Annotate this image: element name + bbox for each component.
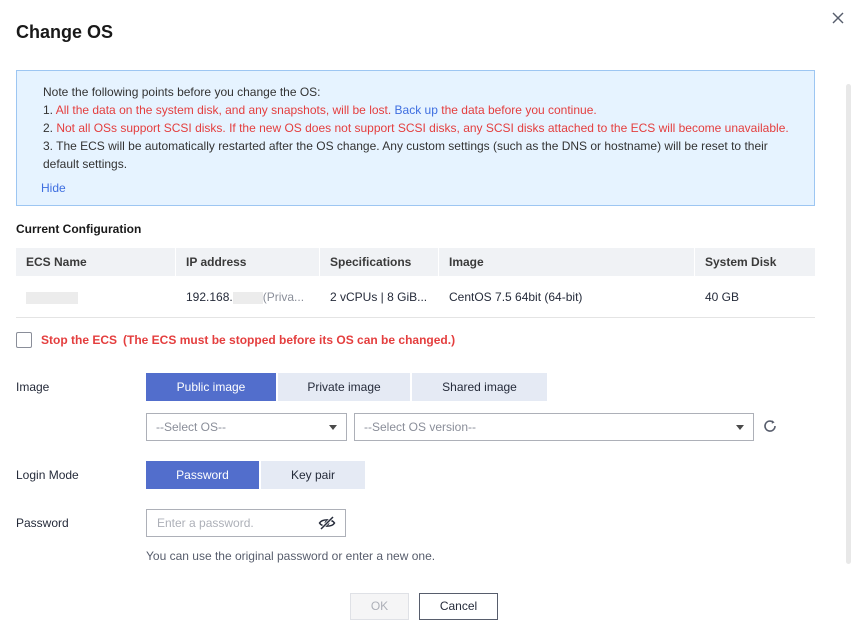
column-ip-address: IP address	[176, 248, 320, 276]
notice-item-1: 1. All the data on the system disk, and …	[43, 101, 790, 119]
stop-ecs-row: Stop the ECS (The ECS must be stopped be…	[16, 332, 455, 348]
password-input[interactable]: Enter a password.	[146, 509, 346, 537]
current-config-title: Current Configuration	[16, 222, 142, 236]
table-header: ECS Name IP address Specifications Image…	[16, 248, 815, 276]
chevron-down-icon	[736, 425, 744, 430]
os-version-select-value: --Select OS version--	[364, 420, 477, 434]
cell-image: CentOS 7.5 64bit (64-bit)	[449, 290, 583, 304]
chevron-down-icon	[329, 425, 337, 430]
notice-intro: Note the following points before you cha…	[43, 85, 321, 99]
cell-specifications: 2 vCPUs | 8 GiB...	[330, 290, 428, 304]
tab-private-image[interactable]: Private image	[278, 373, 410, 401]
image-type-tabs: Public image Private image Shared image	[146, 373, 549, 401]
tab-key-pair[interactable]: Key pair	[261, 461, 365, 489]
password-hint: You can use the original password or ent…	[146, 549, 436, 563]
ip-prefix: 192.168.	[186, 290, 233, 304]
notice-box: Note the following points before you cha…	[16, 70, 815, 206]
ip-type: (Priva...	[262, 290, 305, 304]
dialog-title: Change OS	[16, 22, 114, 42]
notice-item-2-warning: Not all OSs support SCSI disks. If the n…	[56, 121, 789, 135]
notice-item-1-warning-tail: the data before you continue.	[441, 103, 597, 117]
notice-item-1-prefix: 1.	[43, 103, 56, 117]
cell-system-disk: 40 GB	[705, 290, 740, 304]
redacted-ip	[232, 291, 263, 304]
notice-item-2: 2. Not all OSs support SCSI disks. If th…	[43, 119, 790, 137]
eye-hidden-icon[interactable]	[318, 514, 336, 532]
os-select-value: --Select OS--	[156, 420, 227, 434]
tab-shared-image[interactable]: Shared image	[412, 373, 547, 401]
os-select[interactable]: --Select OS--	[146, 413, 347, 441]
notice-item-3: 3. The ECS will be automatically restart…	[43, 139, 768, 171]
cell-ecs-name	[16, 276, 176, 317]
scrollbar[interactable]	[846, 84, 851, 564]
redacted-ecs-name	[26, 291, 78, 304]
notice-item-2-prefix: 2.	[43, 121, 57, 135]
column-specifications: Specifications	[320, 248, 439, 276]
os-version-select[interactable]: --Select OS version--	[354, 413, 754, 441]
refresh-icon[interactable]	[762, 418, 778, 434]
stop-ecs-checkbox[interactable]	[16, 332, 32, 348]
backup-link[interactable]: Back up	[395, 103, 438, 117]
stop-ecs-note: (The ECS must be stopped before its OS c…	[123, 333, 456, 347]
column-system-disk: System Disk	[705, 255, 777, 269]
tab-password[interactable]: Password	[146, 461, 259, 489]
tab-public-image[interactable]: Public image	[146, 373, 276, 401]
cancel-button[interactable]: Cancel	[419, 593, 498, 620]
notice-item-1-warning: All the data on the system disk, and any…	[55, 103, 392, 117]
image-label: Image	[16, 380, 50, 394]
table-row: 192.168. (Priva... 2 vCPUs | 8 GiB... Cen…	[16, 276, 815, 318]
password-label: Password	[16, 516, 69, 530]
cell-ip-address: 192.168. (Priva...	[176, 276, 320, 317]
ok-button[interactable]: OK	[350, 593, 409, 620]
stop-ecs-label[interactable]: Stop the ECS	[41, 333, 117, 347]
login-mode-tabs: Password Key pair	[146, 461, 367, 489]
hide-link[interactable]: Hide	[41, 179, 66, 197]
config-table: ECS Name IP address Specifications Image…	[16, 248, 815, 318]
close-icon[interactable]	[829, 9, 847, 27]
login-mode-label: Login Mode	[16, 468, 79, 482]
column-image: Image	[439, 248, 695, 276]
column-ecs-name: ECS Name	[16, 248, 176, 276]
